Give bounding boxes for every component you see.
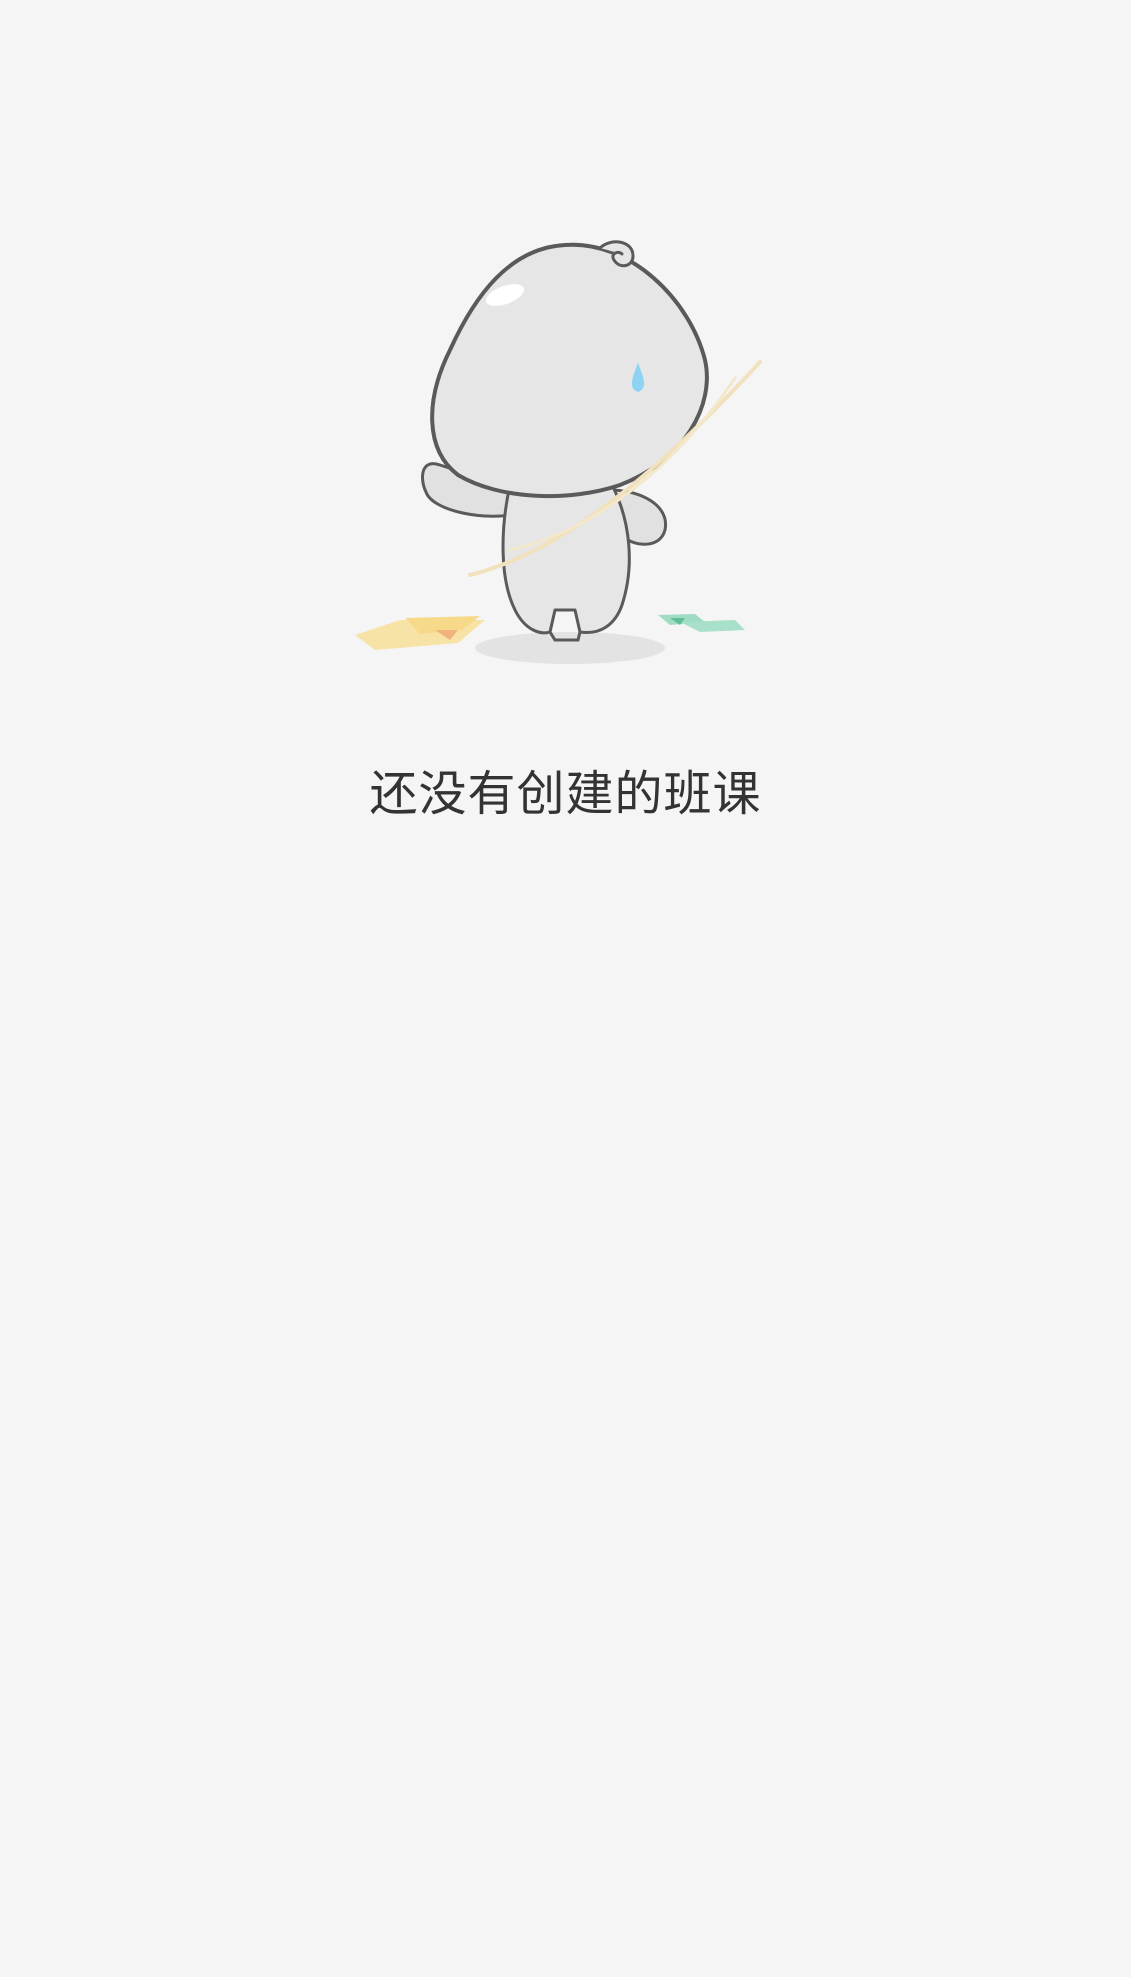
empty-state-message: 还没有创建的班课 — [369, 766, 762, 822]
empty-state: 还没有创建的班课 — [0, 0, 1131, 1977]
empty-mascot-icon — [340, 230, 790, 680]
